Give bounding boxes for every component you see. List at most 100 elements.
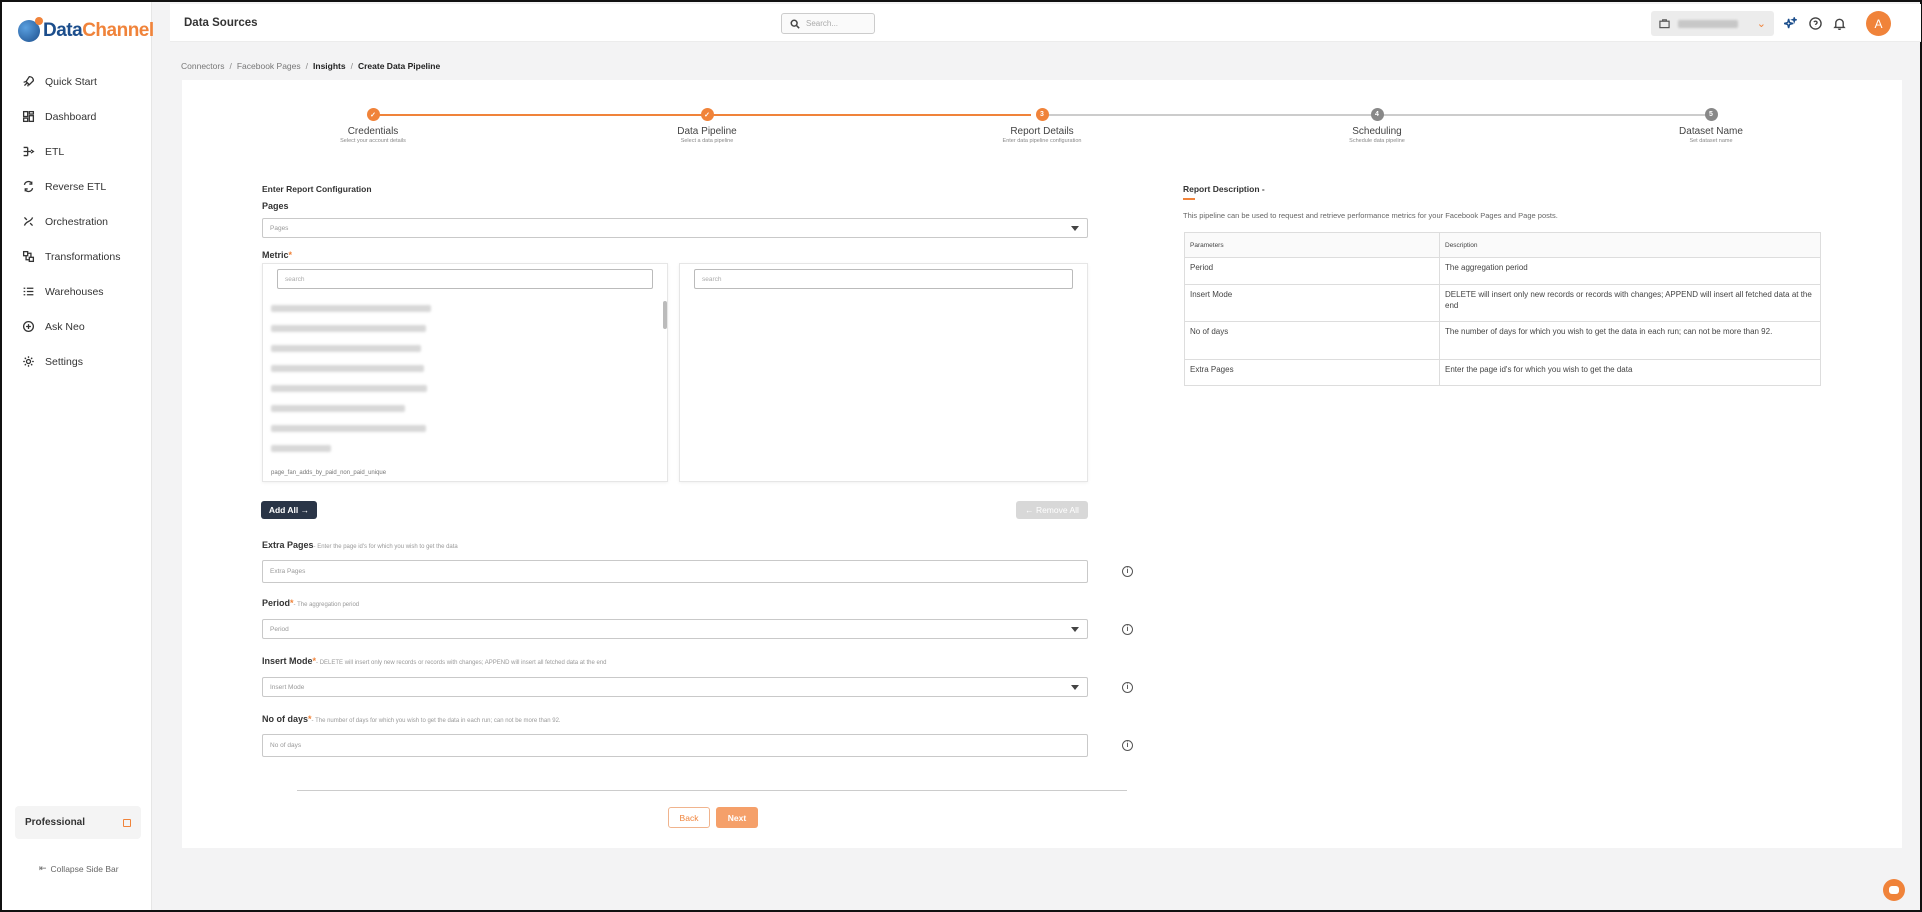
info-icon[interactable]: i xyxy=(1122,682,1133,693)
breadcrumb-insights[interactable]: Insights xyxy=(313,61,346,71)
globe-logo-icon xyxy=(18,17,43,42)
search-placeholder: Search... xyxy=(806,19,839,28)
caret-down-icon xyxy=(1071,226,1079,231)
rocket-icon xyxy=(23,75,35,87)
check-icon: ✓ xyxy=(700,108,714,121)
step-number: 5 xyxy=(1704,108,1718,121)
caret-down-icon xyxy=(1071,685,1079,690)
sidebar-item-reverse-etl[interactable]: Reverse ETL xyxy=(2,169,152,204)
metric-selected-list: search xyxy=(679,263,1088,482)
table-header-row: Parameters Description xyxy=(1184,232,1821,258)
page-title: Data Sources xyxy=(184,17,258,29)
collapse-icon: ⇤ xyxy=(39,863,47,873)
step-report-details[interactable]: 3 Report Details Enter data pipeline con… xyxy=(962,108,1122,144)
add-all-button[interactable]: Add All → xyxy=(261,501,317,519)
table-cell: No of days xyxy=(1184,321,1440,360)
briefcase-icon xyxy=(1659,19,1670,29)
step-credentials[interactable]: ✓ Credentials Select your account detail… xyxy=(293,108,453,144)
no-of-days-input[interactable]: No of days xyxy=(262,734,1088,757)
period-select[interactable]: Period xyxy=(262,619,1088,639)
list-item[interactable] xyxy=(271,425,426,432)
metric-search-left[interactable]: search xyxy=(277,269,653,289)
sidebar-item-transformations[interactable]: Transformations xyxy=(2,239,152,274)
step-sub: Schedule data pipeline xyxy=(1349,138,1405,144)
workspace-selector[interactable]: ⌄ xyxy=(1651,11,1774,36)
scrollbar[interactable] xyxy=(663,301,667,329)
period-label-text: Period xyxy=(262,598,291,608)
list-item[interactable] xyxy=(271,345,421,352)
sidebar-item-warehouses[interactable]: Warehouses xyxy=(2,274,152,309)
extra-pages-label-text: Extra Pages xyxy=(262,540,314,550)
title-underline xyxy=(1183,198,1195,200)
extra-pages-placeholder: Extra Pages xyxy=(270,568,306,575)
workspace-name-redacted xyxy=(1678,19,1738,28)
period-label: Period*- The aggregation period xyxy=(262,598,360,608)
avatar[interactable]: A xyxy=(1866,11,1891,36)
extra-pages-input[interactable]: Extra Pages xyxy=(262,560,1088,583)
sidebar-item-label: ETL xyxy=(45,145,65,158)
notifications-button[interactable] xyxy=(1832,16,1846,30)
table-cell: DELETE will insert only new records or r… xyxy=(1439,284,1821,322)
chat-icon xyxy=(1889,886,1899,894)
sparkle-icon xyxy=(1783,16,1797,28)
report-description-title: Report Description - xyxy=(1183,184,1265,194)
list-item[interactable] xyxy=(271,325,426,332)
sidebar-item-label: Warehouses xyxy=(45,285,104,298)
sparkle-ai-button[interactable] xyxy=(1783,16,1797,30)
list-item[interactable] xyxy=(271,305,431,312)
brand-name-part1: Data xyxy=(43,20,83,41)
step-label: Report Details xyxy=(1010,126,1074,137)
brand-name-part2: Channel xyxy=(82,20,154,41)
help-button[interactable] xyxy=(1808,16,1822,30)
table-row: No of days The number of days for which y… xyxy=(1184,321,1821,360)
parameters-table: Parameters Description Period The aggrega… xyxy=(1184,232,1821,386)
collapse-sidebar-button[interactable]: ⇤ Collapse Side Bar xyxy=(39,863,119,874)
breadcrumb-facebook-pages[interactable]: Facebook Pages xyxy=(237,61,301,71)
table-cell: The number of days for which you wish to… xyxy=(1439,321,1821,360)
sidebar-item-ask-neo[interactable]: Ask Neo xyxy=(2,309,152,344)
sidebar-item-etl[interactable]: ETL xyxy=(2,134,152,169)
sidebar-item-dashboard[interactable]: Dashboard xyxy=(2,99,152,134)
main-card: ✓ Credentials Select your account detail… xyxy=(182,80,1902,848)
transformations-icon xyxy=(22,250,35,263)
search-input[interactable]: Search... xyxy=(781,13,875,34)
metric-search-right[interactable]: search xyxy=(694,269,1073,289)
caret-down-icon xyxy=(1071,627,1079,632)
step-scheduling: 4 Scheduling Schedule data pipeline xyxy=(1297,108,1457,144)
list-item[interactable] xyxy=(271,365,424,372)
list-item[interactable] xyxy=(271,385,427,392)
sidebar-item-settings[interactable]: Settings xyxy=(2,344,152,379)
step-number: 3 xyxy=(1035,108,1049,121)
list-item[interactable]: page_fan_adds_by_paid_non_paid_unique xyxy=(271,470,386,476)
pages-select[interactable]: Pages xyxy=(262,218,1088,238)
sidebar-item-quick-start[interactable]: Quick Start xyxy=(2,64,152,99)
brand-logo[interactable]: Data Channel xyxy=(18,17,154,42)
step-label: Scheduling xyxy=(1352,126,1402,137)
warehouses-icon xyxy=(23,287,34,296)
step-sub: Select a data pipeline xyxy=(680,138,734,144)
step-data-pipeline[interactable]: ✓ Data Pipeline Select a data pipeline xyxy=(627,108,787,144)
info-icon[interactable]: i xyxy=(1122,740,1133,751)
sidebar-item-label: Orchestration xyxy=(45,215,109,228)
metric-label-text: Metric xyxy=(262,250,289,260)
insert-mode-select[interactable]: Insert Mode xyxy=(262,677,1088,697)
breadcrumb-connectors[interactable]: Connectors xyxy=(181,61,224,71)
top-bar: Data Sources Search... ⌄ A xyxy=(170,4,1921,42)
plan-badge[interactable]: Professional xyxy=(15,806,141,839)
list-item[interactable] xyxy=(271,405,405,412)
step-sub: Enter data pipeline configuration xyxy=(1002,138,1082,144)
column-header-parameters: Parameters xyxy=(1184,232,1440,258)
table-cell: Enter the page id's for which you wish t… xyxy=(1439,359,1821,386)
help-icon xyxy=(1808,16,1822,30)
stepper: ✓ Credentials Select your account detail… xyxy=(182,80,1902,160)
list-item[interactable] xyxy=(271,445,331,452)
next-button[interactable]: Next xyxy=(716,807,758,828)
section-title: Enter Report Configuration xyxy=(262,184,372,194)
sidebar-nav: Quick Start Dashboard ETL Reverse ETL Or… xyxy=(2,64,152,379)
info-icon[interactable]: i xyxy=(1122,624,1133,635)
info-icon[interactable]: i xyxy=(1122,566,1133,577)
sidebar-item-orchestration[interactable]: Orchestration xyxy=(2,204,152,239)
step-sub: Select your account details xyxy=(340,138,406,144)
back-button[interactable]: Back xyxy=(668,807,710,828)
chat-support-button[interactable] xyxy=(1883,879,1905,901)
